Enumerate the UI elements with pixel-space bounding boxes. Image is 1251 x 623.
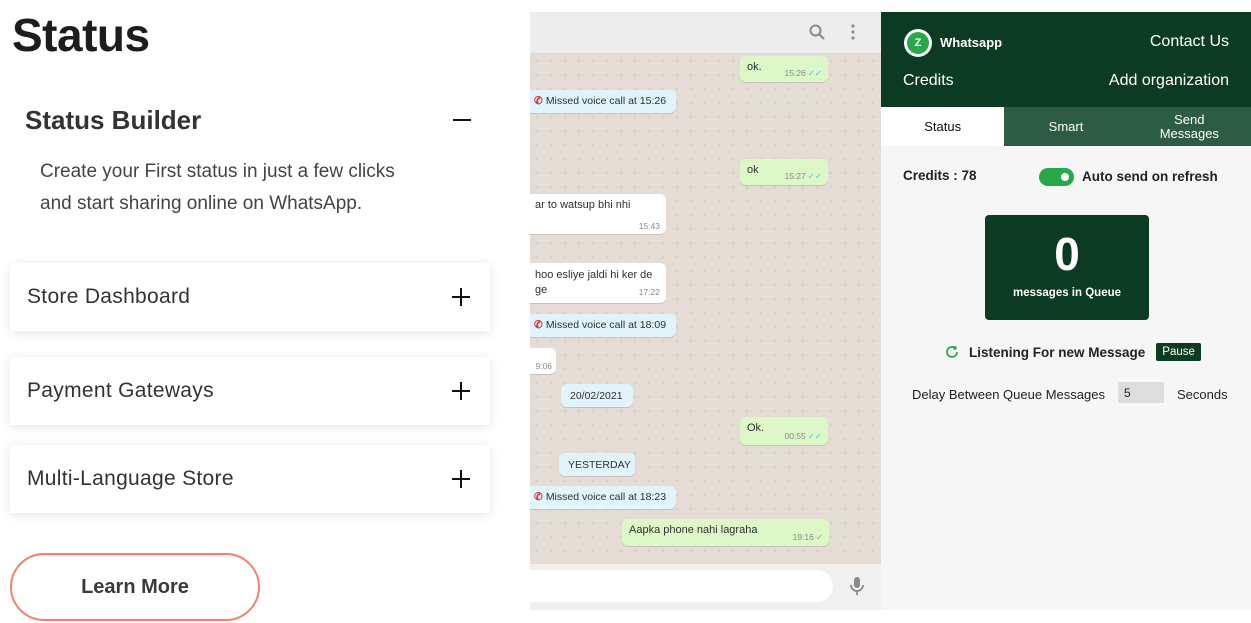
message-incoming: 9:06	[530, 348, 556, 374]
auto-send-label: Auto send on refresh	[1082, 169, 1218, 184]
sent-tick-icon: ✓	[815, 532, 823, 542]
listening-text: Listening For new Message	[969, 344, 1146, 360]
missed-call-icon: ✆	[534, 319, 543, 331]
accordion-status-builder: Status Builder Create your First status …	[10, 92, 490, 220]
message-time: 15:43	[638, 221, 660, 231]
tab-label-line: Messages	[1159, 125, 1219, 141]
message-text: ar to watsup bhi nhi	[535, 199, 631, 211]
accordion-body: Create your First status in just a few c…	[10, 148, 490, 220]
chat-window: ok. 15:26 ✓✓ ✆ Missed voice call at 15:26 …	[530, 12, 881, 610]
accordion-title: Status Builder	[25, 104, 202, 135]
missed-call-icon: ✆	[534, 491, 543, 503]
chat-header	[530, 12, 881, 54]
queue-label: messages in Queue	[1012, 287, 1122, 299]
read-ticks-icon: ✓✓	[807, 171, 822, 181]
add-organization-link[interactable]: Add organization	[1109, 72, 1229, 90]
accordion-multi-language-store[interactable]: Multi-Language Store	[10, 445, 490, 513]
message-text: ok.	[747, 61, 762, 73]
message-incoming: ar to watsup bhi nhi 15:43	[530, 194, 666, 234]
notice-text: Missed voice call at 18:23	[545, 491, 667, 503]
minus-icon[interactable]	[449, 107, 475, 133]
search-icon[interactable]	[808, 23, 826, 41]
learn-more-button[interactable]: Learn More	[10, 553, 260, 621]
message-outgoing: Aapka phone nahi lagraha 19:16 ✓	[622, 519, 829, 546]
tab-bar: Status Smart Send Messages	[881, 107, 1251, 146]
toggle-knob	[1059, 171, 1071, 183]
credits-count: Credits : 78	[903, 168, 977, 183]
accordion-body-line: Create your First status in just a few c…	[40, 161, 395, 182]
logo-text: Whatsapp	[940, 35, 1003, 50]
auto-send-toggle[interactable]	[1039, 168, 1074, 186]
message-incoming: hoo esliye jaldi hi ker de ge 17:22	[530, 263, 666, 303]
missed-call-notice: ✆ Missed voice call at 18:09	[530, 314, 676, 337]
plus-icon[interactable]	[448, 466, 474, 492]
missed-call-notice: ✆ Missed voice call at 18:23	[530, 486, 676, 509]
refresh-icon	[946, 345, 958, 358]
contact-us-link[interactable]: Contact Us	[1150, 33, 1229, 51]
message-meta: 00:55 ✓✓	[784, 431, 822, 442]
accordion-payment-gateways[interactable]: Payment Gateways	[10, 357, 490, 425]
message-time: 9:06	[535, 361, 552, 371]
delay-input[interactable]	[1118, 382, 1164, 403]
page-title: Status	[12, 9, 150, 61]
missed-call-icon: ✆	[534, 95, 543, 107]
message-time: 15:26	[784, 68, 806, 78]
message-meta: 19:16 ✓	[793, 532, 823, 543]
message-outgoing: Ok. 00:55 ✓✓	[740, 417, 828, 445]
message-meta: 15:26 ✓✓	[784, 68, 822, 79]
extension-panel: Z Whatsapp Contact Us Credits Add organi…	[881, 12, 1251, 610]
message-composer	[530, 564, 881, 610]
queue-count: 0	[1054, 228, 1080, 280]
pause-button[interactable]: Pause	[1156, 343, 1201, 361]
plus-icon[interactable]	[448, 284, 474, 310]
whatsapp-logo-icon: Z	[904, 29, 932, 57]
message-text: Aapka phone nahi lagraha	[629, 524, 758, 536]
message-input[interactable]	[530, 570, 833, 602]
delay-label: Delay Between Queue Messages	[912, 387, 1105, 402]
message-outgoing: ok. 15:26 ✓✓	[740, 56, 828, 82]
notice-text: Missed voice call at 18:09	[545, 319, 667, 331]
accordion-store-dashboard[interactable]: Store Dashboard	[10, 263, 490, 331]
tab-send-messages[interactable]: Send Messages	[1128, 107, 1251, 146]
credits-link[interactable]: Credits	[903, 72, 954, 90]
accordion-header[interactable]: Status Builder	[10, 92, 490, 148]
message-time: 15:27	[784, 171, 806, 181]
more-options-icon[interactable]	[848, 23, 858, 41]
missed-call-notice: ✆ Missed voice call at 15:26	[530, 90, 676, 113]
read-ticks-icon: ✓✓	[807, 68, 822, 78]
seconds-label: Seconds	[1177, 387, 1228, 402]
message-text: Ok.	[747, 422, 765, 434]
read-ticks-icon: ✓✓	[807, 431, 822, 441]
date-divider: YESTERDAY	[559, 453, 635, 476]
accordion-title: Payment Gateways	[27, 379, 214, 402]
message-text: hoo esliye jaldi hi ker de	[535, 269, 653, 281]
tab-smart[interactable]: Smart	[1004, 107, 1127, 146]
plus-icon[interactable]	[448, 378, 474, 404]
message-text: ok	[747, 164, 759, 176]
queue-counter: 0 messages in Queue	[985, 215, 1149, 320]
page: Status Status Builder Create your First …	[0, 0, 1251, 623]
tab-status[interactable]: Status	[881, 107, 1005, 146]
extension-header: Z Whatsapp Contact Us Credits Add organi…	[881, 12, 1251, 107]
listening-status: Listening For new Message Pause	[945, 343, 1201, 361]
logo-letter: Z	[907, 32, 929, 54]
message-meta: 15:27 ✓✓	[784, 171, 822, 182]
tab-label-line: Send	[1174, 111, 1205, 127]
accordion-title: Multi-Language Store	[27, 467, 234, 490]
accordion-title: Store Dashboard	[27, 285, 191, 308]
date-divider: 20/02/2021	[561, 384, 633, 407]
message-outgoing: ok 15:27 ✓✓	[740, 159, 828, 185]
message-time: 00:55	[784, 431, 806, 441]
accordion-body-line: and start sharing online on WhatsApp.	[40, 193, 363, 214]
message-time: 17:22	[638, 287, 660, 297]
message-time: 19:16	[792, 532, 814, 542]
notice-text: Missed voice call at 15:26	[545, 95, 667, 107]
microphone-icon[interactable]	[848, 576, 866, 596]
